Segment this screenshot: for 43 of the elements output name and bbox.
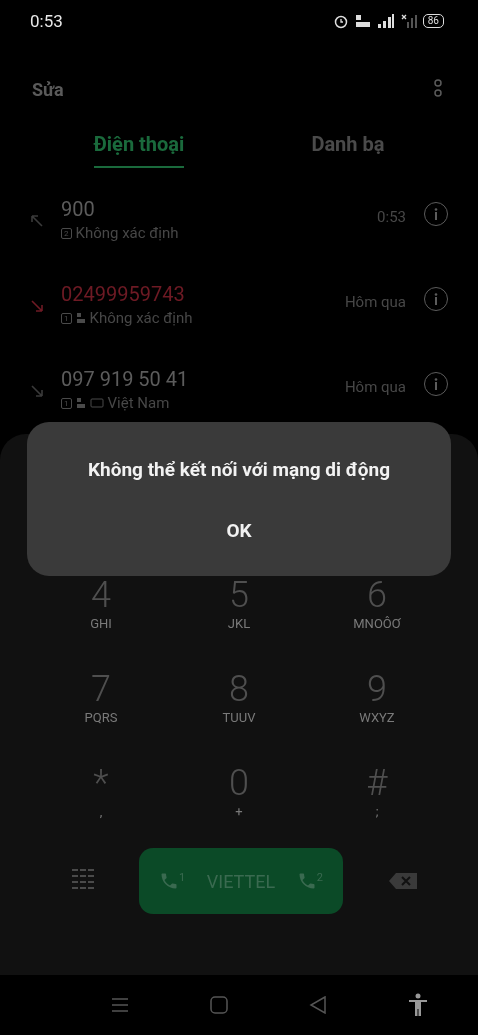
status-time: 0:53 <box>30 11 63 31</box>
signal-icon <box>376 14 395 28</box>
dialog-message: Không thể kết nối với mạng di động <box>88 458 390 481</box>
call-number: 02499959743 <box>61 281 186 307</box>
call-location: Không xác định <box>75 224 179 242</box>
call-time: Hôm qua <box>344 378 406 396</box>
call-number: 900 <box>61 196 96 222</box>
dial-key[interactable]: 4 GHI <box>32 574 170 650</box>
tab[interactable]: Điện thoại <box>93 120 185 168</box>
volte-icon <box>354 14 371 28</box>
alarm-icon <box>332 13 349 29</box>
call-location: Việt Nam <box>107 394 170 412</box>
call-arrow-icon <box>30 384 44 398</box>
dial-key[interactable]: 0 + <box>170 762 308 838</box>
dial-key[interactable]: 8 TUUV <box>170 668 308 744</box>
info-icon <box>434 208 438 220</box>
call-arrow-icon <box>30 299 44 313</box>
info-icon <box>434 378 438 390</box>
edit-button[interactable]: Sửa <box>32 78 64 100</box>
call-location: Không xác định <box>89 309 193 327</box>
dial-key[interactable]: # ; <box>308 762 446 838</box>
call-time: Hôm qua <box>344 293 406 311</box>
sim-badge: 2 <box>61 227 72 239</box>
battery-level: 86 <box>422 14 444 28</box>
backspace-icon[interactable] <box>388 872 418 890</box>
dial-key[interactable]: 5 JKL <box>170 574 308 650</box>
back-icon[interactable] <box>308 996 327 1014</box>
dial-key[interactable]: * , <box>32 762 170 838</box>
menu-icon[interactable] <box>110 997 129 1013</box>
dial-key[interactable]: 6 MNOÔƠ <box>308 574 446 650</box>
call-time: 0:53 <box>377 208 406 226</box>
phone-icon <box>159 871 179 891</box>
more-icon[interactable] <box>434 79 442 99</box>
ok-button[interactable]: OK <box>214 515 264 546</box>
accessibility-icon[interactable] <box>407 993 428 1017</box>
dial-key[interactable]: 9 WXYZ <box>308 668 446 744</box>
info-icon <box>434 293 438 305</box>
call-arrow-icon <box>30 214 44 228</box>
tab[interactable]: Danh bạ <box>311 120 385 168</box>
call-number: 097 919 50 41 <box>61 366 190 392</box>
dial-key[interactable]: 7 PQRS <box>32 668 170 744</box>
home-icon[interactable] <box>209 996 228 1014</box>
no-signal-icon <box>400 14 417 28</box>
